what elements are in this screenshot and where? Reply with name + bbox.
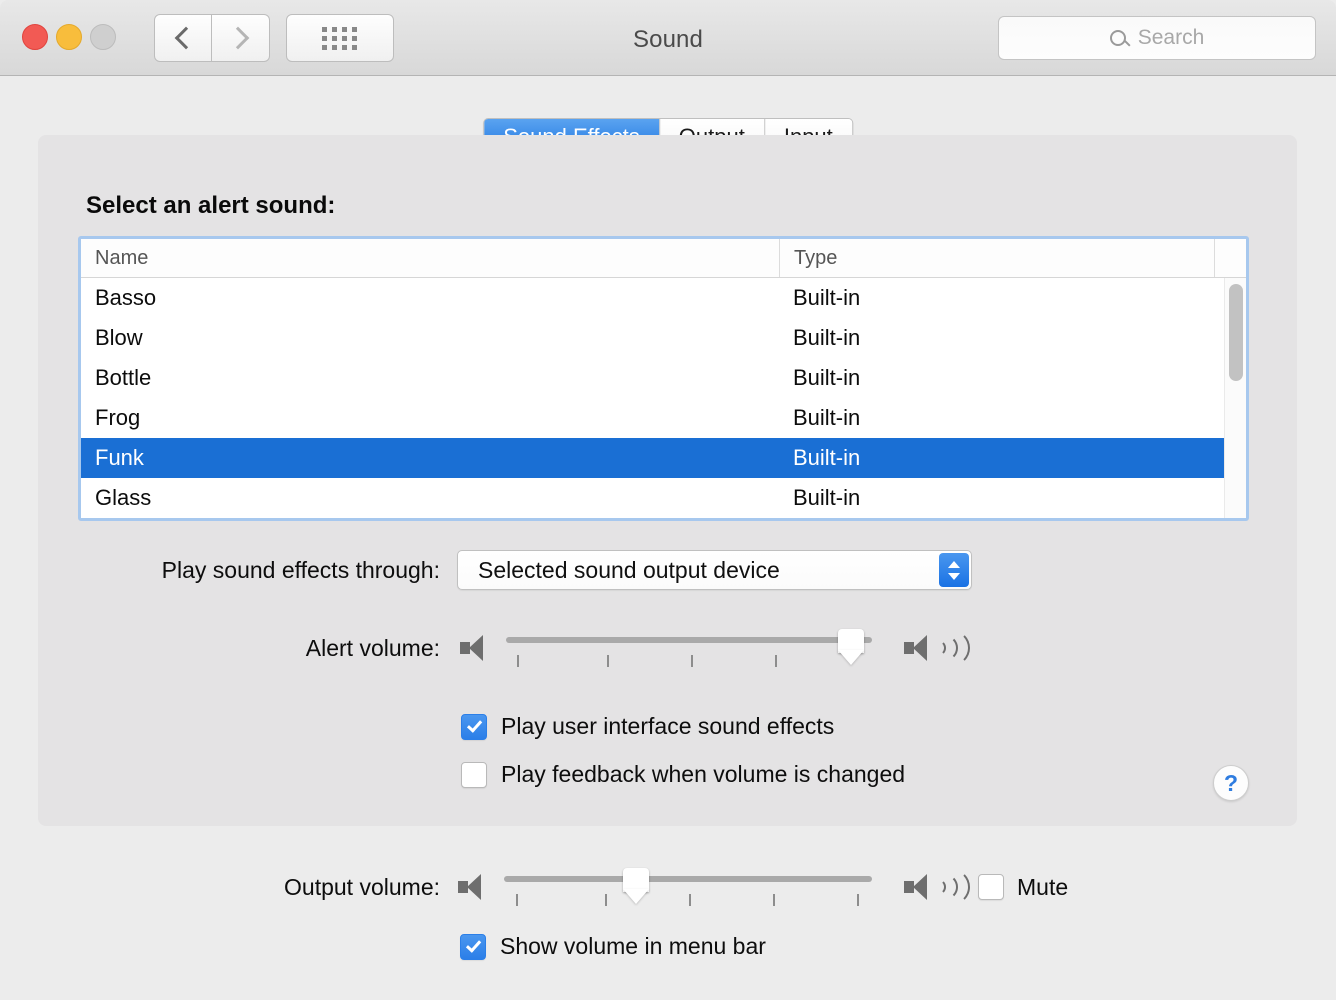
alert-sound-table[interactable]: Name Type Basso Built-in Blow Built-in B… (78, 236, 1249, 521)
table-header: Name Type (81, 239, 1246, 278)
column-header-type[interactable]: Type (779, 239, 1214, 277)
cell-name: Glass (95, 485, 152, 510)
search-placeholder: Search (1137, 26, 1205, 49)
table-row-selected[interactable]: Funk Built-in (81, 438, 1246, 478)
mute-label: Mute (1017, 873, 1069, 900)
show-volume-menubar-checkbox[interactable] (460, 933, 486, 960)
cell-name: Bottle (95, 365, 152, 390)
cell-name: Funk (95, 445, 144, 470)
table-row[interactable]: Basso Built-in (81, 278, 1246, 318)
alert-volume-row: Alert volume: (38, 625, 1297, 671)
slider-thumb[interactable] (838, 629, 864, 653)
table-scrollbar[interactable] (1224, 278, 1246, 518)
scrollbar-thumb[interactable] (1229, 284, 1243, 381)
cell-type: Built-in (793, 365, 861, 390)
show-volume-menubar-label: Show volume in menu bar (500, 933, 766, 959)
cell-type: Built-in (793, 445, 861, 470)
ui-sound-effects-checkbox[interactable] (461, 713, 487, 740)
show-volume-menubar-checkbox-row[interactable]: Show volume in menu bar (460, 933, 766, 960)
volume-feedback-checkbox-row[interactable]: Play feedback when volume is changed (461, 761, 905, 788)
speaker-high-icon (904, 630, 970, 666)
play-through-value: Selected sound output device (478, 556, 780, 583)
cell-name: Blow (95, 325, 143, 350)
cell-type: Built-in (793, 325, 861, 350)
alert-volume-label: Alert volume: (305, 634, 440, 661)
search-input[interactable]: Search (998, 16, 1316, 60)
slider-track (504, 876, 872, 882)
search-icon (1109, 30, 1126, 46)
table-row[interactable]: Blow Built-in (81, 318, 1246, 358)
cell-type: Built-in (793, 285, 861, 310)
select-alert-sound-heading: Select an alert sound: (86, 192, 336, 219)
column-header-name[interactable]: Name (81, 239, 779, 277)
output-volume-slider[interactable] (504, 864, 872, 910)
chevron-updown-icon[interactable] (939, 553, 969, 587)
slider-thumb[interactable] (623, 868, 649, 892)
output-volume-row: Output volume: Mute (0, 864, 1336, 910)
cell-name: Basso (95, 285, 157, 310)
volume-feedback-checkbox[interactable] (461, 761, 487, 788)
sound-preferences-window: Sound Search Sound Effects Output Input … (0, 0, 1336, 1000)
column-header-spacer (1214, 239, 1246, 277)
speaker-low-icon (458, 872, 481, 902)
cell-type: Built-in (793, 485, 861, 510)
ui-sound-effects-checkbox-row[interactable]: Play user interface sound effects (461, 713, 834, 740)
speaker-high-icon (904, 869, 970, 905)
title-bar: Sound Search (0, 0, 1336, 76)
mute-checkbox[interactable] (978, 874, 1004, 900)
table-row[interactable]: Glass Built-in (81, 478, 1246, 518)
sound-effects-panel: Select an alert sound: Name Type Basso B… (38, 135, 1297, 826)
play-through-select[interactable]: Selected sound output device (457, 550, 972, 590)
help-button[interactable]: ? (1213, 765, 1249, 801)
cell-name: Frog (95, 405, 141, 430)
table-row[interactable]: Bottle Built-in (81, 358, 1246, 398)
slider-track (506, 637, 872, 643)
speaker-low-icon (460, 633, 483, 663)
alert-volume-slider[interactable] (506, 625, 872, 671)
cell-type: Built-in (793, 405, 861, 430)
volume-feedback-label: Play feedback when volume is changed (501, 761, 906, 787)
table-row[interactable]: Frog Built-in (81, 398, 1246, 438)
ui-sound-effects-label: Play user interface sound effects (501, 713, 835, 739)
slider-ticks (506, 655, 872, 667)
slider-ticks (504, 894, 872, 906)
play-through-label: Play sound effects through: (161, 556, 440, 583)
play-through-row: Play sound effects through: Selected sou… (38, 550, 1297, 590)
table-body: Basso Built-in Blow Built-in Bottle Buil… (81, 278, 1246, 518)
output-volume-label: Output volume: (284, 873, 440, 900)
